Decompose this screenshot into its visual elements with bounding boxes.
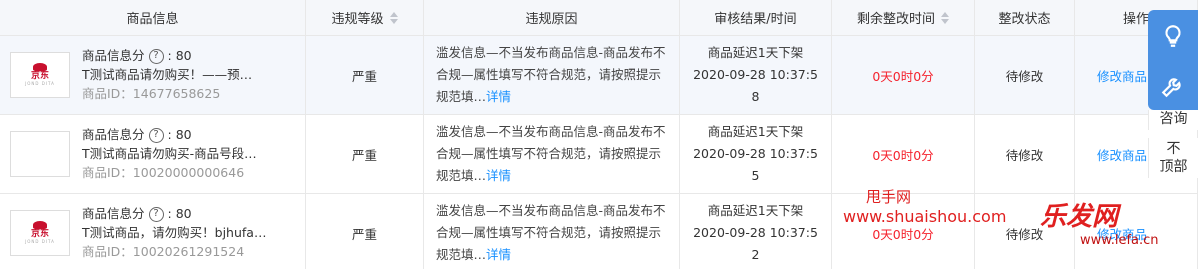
- header-audit-result: 审核结果/时间: [680, 0, 832, 35]
- watermark-site-name: 甩手网: [866, 188, 912, 206]
- product-cell: 京东 JOND DITA 商品信息分 ? : 80 T测试商品，请勿购买！bjh…: [0, 194, 306, 269]
- violation-table: 商品信息 违规等级 违规原因 审核结果/时间 剩余整改时间 整改状态 操作 京东…: [0, 0, 1198, 269]
- product-name: T测试商品请勿购买！——预…: [82, 67, 253, 82]
- audit-result: 商品延迟1天下架 2020-09-28 10:37:5 2: [680, 194, 832, 269]
- consult-button[interactable]: 咨询: [1148, 110, 1198, 130]
- rectify-status: 待修改: [975, 115, 1075, 193]
- floating-side-panel: 咨询 不 顶部: [1148, 0, 1198, 200]
- remaining-time: 0天0时0分: [832, 115, 975, 193]
- jd-dog-icon: [33, 63, 47, 71]
- product-name: T测试商品请勿购买-商品号段…: [82, 146, 257, 161]
- audit-result: 商品延迟1天下架 2020-09-28 10:37:5 8: [680, 36, 832, 114]
- violation-reason: 滥发信息—不当发布商品信息-商品发布不合规—属性填写不符合规范，请按照提示规范填…: [424, 194, 680, 269]
- table-row: 京东 JOND DITA 商品信息分 ? : 80 T测试商品请勿购买！——预……: [0, 36, 1198, 115]
- header-rectify-status: 整改状态: [975, 0, 1075, 35]
- product-score: 商品信息分 ? : 80: [82, 206, 192, 222]
- watermark-brand-logo: 乐发网 www.lefa.cn: [1040, 202, 1159, 248]
- header-remaining-time[interactable]: 剩余整改时间: [832, 0, 975, 35]
- header-violation-level[interactable]: 违规等级: [306, 0, 424, 35]
- product-id: 商品ID：14677658625: [82, 86, 221, 101]
- watermark-site-url: www.shuaishou.com: [843, 207, 1007, 226]
- violation-reason: 滥发信息—不当发布商品信息-商品发布不合规—属性填写不符合规范，请按照提示规范填…: [424, 36, 680, 114]
- violation-level: 严重: [306, 194, 424, 269]
- table-header: 商品信息 违规等级 违规原因 审核结果/时间 剩余整改时间 整改状态 操作: [0, 0, 1198, 36]
- product-id: 商品ID：10020261291524: [82, 244, 245, 259]
- remaining-time: 0天0时0分: [832, 36, 975, 114]
- violation-level: 严重: [306, 115, 424, 193]
- jd-dog-icon: [33, 221, 47, 229]
- header-product-info: 商品信息: [0, 0, 306, 35]
- product-name: T测试商品，请勿购买！bjhufa…: [82, 225, 267, 240]
- lightbulb-icon[interactable]: [1148, 12, 1198, 60]
- table-row: 商品信息分 ? : 80 T测试商品请勿购买-商品号段… 商品ID：100200…: [0, 115, 1198, 194]
- edit-product-link[interactable]: 修改商品: [1097, 66, 1147, 85]
- question-circle-icon[interactable]: ?: [148, 127, 164, 143]
- violation-level: 严重: [306, 36, 424, 114]
- product-thumbnail[interactable]: 京东 JOND DITA: [10, 210, 70, 256]
- product-score: 商品信息分 ? : 80: [82, 127, 192, 143]
- violation-reason: 滥发信息—不当发布商品信息-商品发布不合规—属性填写不符合规范，请按照提示规范填…: [424, 115, 680, 193]
- back-to-top-button[interactable]: 不 顶部: [1148, 138, 1198, 178]
- reason-detail-link[interactable]: 详情: [486, 247, 511, 262]
- product-thumbnail[interactable]: [10, 131, 70, 177]
- rectify-status: 待修改: [975, 36, 1075, 114]
- sort-icon[interactable]: [389, 11, 398, 24]
- table-row: 京东 JOND DITA 商品信息分 ? : 80 T测试商品，请勿购买！bjh…: [0, 194, 1198, 269]
- question-circle-icon[interactable]: ?: [148, 48, 164, 64]
- product-cell: 商品信息分 ? : 80 T测试商品请勿购买-商品号段… 商品ID：100200…: [0, 115, 306, 193]
- reason-detail-link[interactable]: 详情: [486, 168, 511, 183]
- wrench-icon[interactable]: [1148, 62, 1198, 110]
- sort-icon[interactable]: [941, 11, 949, 24]
- product-cell: 京东 JOND DITA 商品信息分 ? : 80 T测试商品请勿购买！——预……: [0, 36, 306, 114]
- product-thumbnail[interactable]: 京东 JOND DITA: [10, 52, 70, 98]
- question-circle-icon[interactable]: ?: [148, 206, 164, 222]
- reason-detail-link[interactable]: 详情: [486, 89, 511, 104]
- edit-product-link[interactable]: 修改商品: [1097, 145, 1147, 164]
- audit-result: 商品延迟1天下架 2020-09-28 10:37:5 5: [680, 115, 832, 193]
- product-score: 商品信息分 ? : 80: [82, 48, 192, 64]
- header-violation-reason: 违规原因: [424, 0, 680, 35]
- product-id: 商品ID：10020000000646: [82, 165, 245, 180]
